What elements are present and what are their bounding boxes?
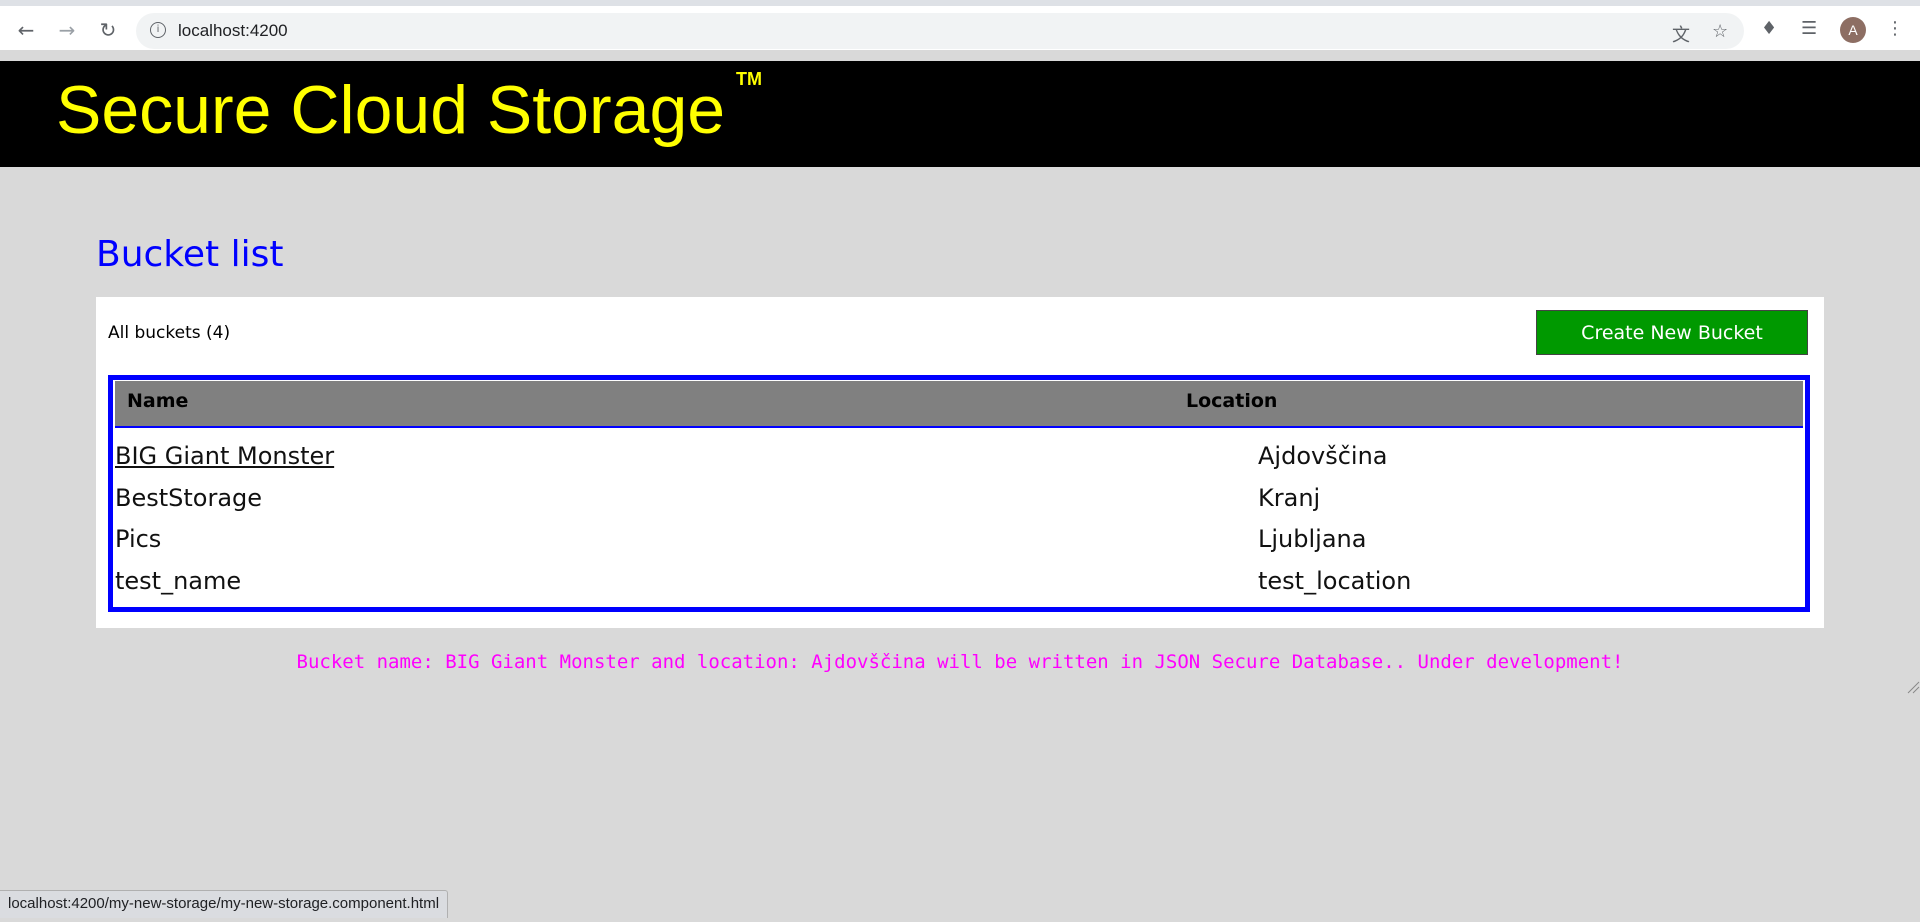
page-title: Bucket list <box>96 234 284 275</box>
column-header-location[interactable]: Location <box>1186 390 1277 412</box>
bucket-location: Ljubljana <box>1258 525 1367 553</box>
table-row[interactable]: BIG Giant Monster Ajdovščina <box>113 436 1805 478</box>
translate-icon[interactable]: 文 <box>1672 21 1690 47</box>
bookmark-star-icon[interactable]: ☆ <box>1712 21 1728 42</box>
forward-arrow-icon[interactable]: → <box>53 16 81 44</box>
table-row[interactable]: Pics Ljubljana <box>113 519 1805 561</box>
browser-toolbar: ← → ↻ i localhost:4200 文 ☆ ♦ ☰ A ⋮ <box>0 0 1920 50</box>
trademark-mark: TM <box>736 69 762 89</box>
reload-icon[interactable]: ↻ <box>94 16 122 44</box>
resize-grip-icon[interactable] <box>1906 680 1920 694</box>
link-status-bar: localhost:4200/my-new-storage/my-new-sto… <box>0 890 449 918</box>
bucket-name[interactable]: BestStorage <box>115 484 262 512</box>
app-title: Secure Cloud Storage <box>56 72 726 148</box>
bucket-location: Ajdovščina <box>1258 442 1388 470</box>
address-bar[interactable]: i localhost:4200 文 ☆ <box>136 13 1744 49</box>
bucket-table: Name Location BIG Giant Monster Ajdovšči… <box>108 375 1810 612</box>
bucket-name[interactable]: Pics <box>115 525 161 553</box>
media-control-icon[interactable]: ☰ <box>1801 18 1817 39</box>
app-header: Secure Cloud Storage TM <box>0 61 1920 167</box>
bucket-name[interactable]: test_name <box>115 567 241 595</box>
table-header: Name Location <box>115 381 1803 428</box>
back-arrow-icon[interactable]: ← <box>12 16 40 44</box>
column-header-name[interactable]: Name <box>127 390 188 412</box>
bucket-location: test_location <box>1258 567 1412 595</box>
bucket-panel: All buckets (4) Create New Bucket Name L… <box>96 297 1824 628</box>
bucket-count-label: All buckets (4) <box>108 323 231 343</box>
menu-dots-icon[interactable]: ⋮ <box>1886 18 1904 39</box>
bucket-location: Kranj <box>1258 484 1321 512</box>
table-row[interactable]: BestStorage Kranj <box>113 478 1805 520</box>
address-bar-url[interactable]: localhost:4200 <box>178 21 288 41</box>
site-info-icon[interactable]: i <box>150 22 166 38</box>
create-bucket-button[interactable]: Create New Bucket <box>1536 310 1808 355</box>
avatar[interactable]: A <box>1840 17 1866 43</box>
extensions-icon[interactable]: ♦ <box>1761 18 1777 39</box>
status-message: Bucket name: BIG Giant Monster and locat… <box>296 651 1624 673</box>
bucket-name-link[interactable]: BIG Giant Monster <box>115 442 334 470</box>
table-row[interactable]: test_name test_location <box>113 561 1805 603</box>
